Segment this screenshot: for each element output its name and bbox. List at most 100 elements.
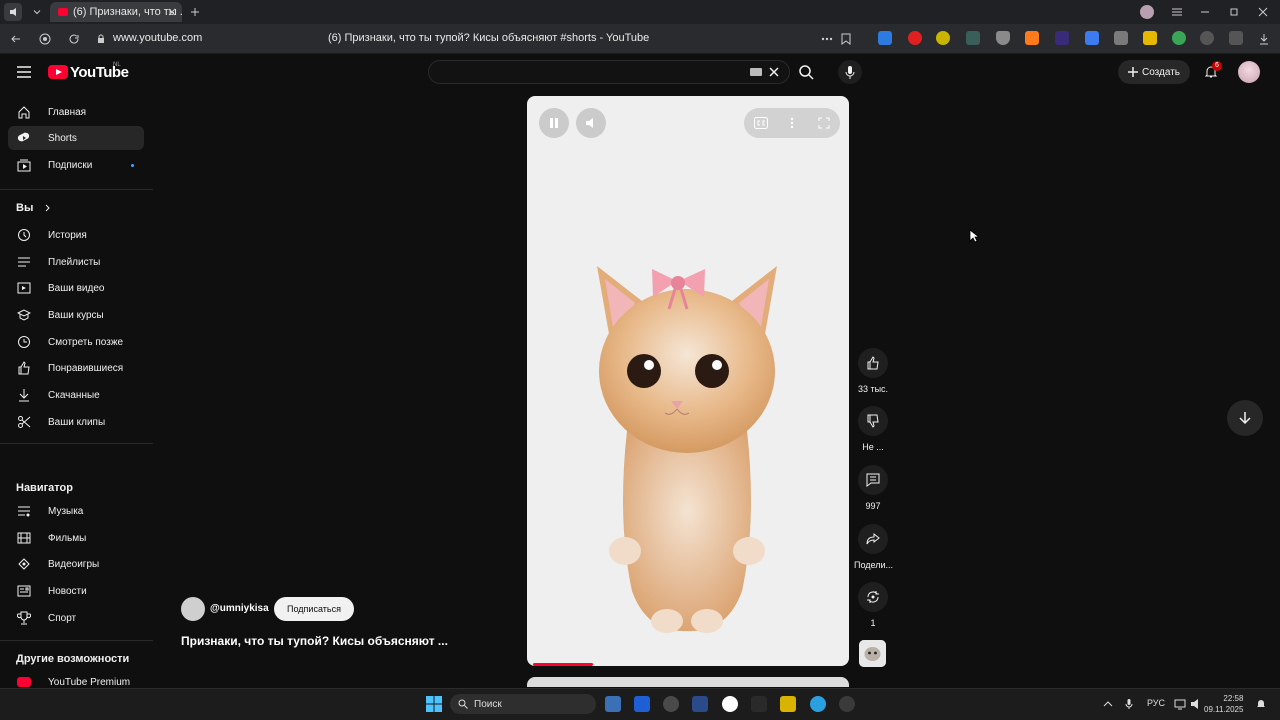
gaming-icon xyxy=(16,556,32,572)
extension-icon[interactable] xyxy=(1229,31,1243,45)
voice-search-button[interactable] xyxy=(838,60,862,84)
reload-icon[interactable] xyxy=(65,30,83,48)
sidebar-you-heading[interactable]: Вы xyxy=(16,202,51,214)
back-icon[interactable] xyxy=(7,30,25,48)
minimize-icon[interactable] xyxy=(1196,3,1214,21)
volume-button[interactable] xyxy=(576,108,606,138)
account-avatar[interactable] xyxy=(1238,61,1260,83)
sidebar-item-your-videos[interactable]: Ваши видео xyxy=(8,276,144,300)
menu-icon[interactable] xyxy=(1168,3,1186,21)
taskbar-app-icon[interactable] xyxy=(692,696,708,712)
extension-icon[interactable] xyxy=(878,31,892,45)
close-window-icon[interactable] xyxy=(1254,3,1272,21)
shield-extension-icon[interactable] xyxy=(996,31,1010,45)
next-short-button[interactable] xyxy=(1227,400,1263,436)
sidebar-item-news[interactable]: Новости xyxy=(8,579,144,603)
extension-icon[interactable] xyxy=(1055,31,1069,45)
comments-action[interactable]: 997 xyxy=(854,465,892,511)
system-clock[interactable]: 22:58 09.11.2025 xyxy=(1204,693,1243,715)
create-button[interactable]: Создать xyxy=(1118,60,1190,84)
new-tab-icon[interactable] xyxy=(186,3,204,21)
sidebar-item-clips[interactable]: Ваши клипы xyxy=(8,410,144,434)
profile-avatar[interactable] xyxy=(1140,5,1154,19)
short-video-player[interactable] xyxy=(527,96,849,666)
sidebar-item-movies[interactable]: Фильмы xyxy=(8,526,144,550)
extension-icon[interactable] xyxy=(908,31,922,45)
extension-icon[interactable] xyxy=(936,31,950,45)
extension-icon[interactable] xyxy=(966,31,980,45)
fullscreen-icon[interactable] xyxy=(815,114,833,132)
close-tab-icon[interactable] xyxy=(163,3,181,21)
remix-button[interactable] xyxy=(858,582,888,612)
sidebar-item-subscriptions[interactable]: Подписки xyxy=(8,153,144,177)
like-action[interactable]: 33 тыс. xyxy=(854,348,892,394)
sidebar-toggle-icon[interactable] xyxy=(4,3,22,21)
url-text[interactable]: www.youtube.com xyxy=(113,32,202,44)
network-icon[interactable] xyxy=(1174,698,1186,710)
sidebar-item-shorts[interactable]: Shorts xyxy=(8,126,144,150)
notification-center-icon[interactable] xyxy=(1256,698,1266,710)
speaker-icon[interactable] xyxy=(1190,698,1202,710)
pause-button[interactable] xyxy=(539,108,569,138)
sidebar-item-downloads[interactable]: Скачанные xyxy=(8,383,144,407)
captions-icon[interactable] xyxy=(752,114,770,132)
clock-date: 09.11.2025 xyxy=(1204,705,1244,714)
sidebar-item-gaming[interactable]: Видеоигры xyxy=(8,552,144,576)
windows-start-icon[interactable] xyxy=(426,696,442,712)
taskbar-app-icon[interactable] xyxy=(751,696,767,712)
sidebar-item-courses[interactable]: Ваши курсы xyxy=(8,303,144,327)
sidebar-item-sports[interactable]: Спорт xyxy=(8,606,144,630)
sidebar-item-liked[interactable]: Понравившиеся xyxy=(8,356,144,380)
taskbar-app-icon[interactable] xyxy=(634,696,650,712)
comments-button[interactable] xyxy=(858,465,888,495)
extension-icon[interactable] xyxy=(1025,31,1039,45)
extension-icon[interactable] xyxy=(1085,31,1099,45)
dislike-button[interactable] xyxy=(858,406,888,436)
share-button[interactable] xyxy=(858,524,888,554)
bookmark-icon[interactable] xyxy=(837,30,855,48)
playback-progress-bar[interactable] xyxy=(533,663,593,666)
extension-icon[interactable] xyxy=(1114,31,1128,45)
remix-action[interactable]: 1 xyxy=(854,582,892,628)
sound-thumbnail[interactable] xyxy=(859,640,886,667)
input-language[interactable]: РУС xyxy=(1147,698,1165,708)
extension-icon[interactable] xyxy=(1172,31,1186,45)
sidebar-item-home[interactable]: Главная xyxy=(8,100,144,124)
youtube-logo-icon[interactable] xyxy=(48,65,68,79)
dislike-action[interactable]: Не ... xyxy=(854,406,892,452)
short-title[interactable]: Признаки, что ты тупой? Кисы объясняют .… xyxy=(181,634,448,648)
maximize-icon[interactable] xyxy=(1225,3,1243,21)
channel-name[interactable]: @umniykisa xyxy=(210,603,269,614)
keyboard-icon[interactable] xyxy=(750,68,762,76)
tray-chevron-up-icon[interactable] xyxy=(1103,700,1113,708)
sidebar-item-playlists[interactable]: Плейлисты xyxy=(8,250,144,274)
telegram-icon[interactable] xyxy=(810,696,826,712)
like-button[interactable] xyxy=(858,348,888,378)
search-button[interactable] xyxy=(792,60,820,84)
yandex-browser-icon[interactable] xyxy=(722,696,738,712)
hamburger-menu-icon[interactable] xyxy=(15,63,33,81)
taskbar-app-icon[interactable] xyxy=(663,696,679,712)
microphone-tray-icon[interactable] xyxy=(1125,698,1133,710)
extension-icon[interactable] xyxy=(1200,31,1214,45)
share-action[interactable]: Подели... xyxy=(854,524,893,570)
clear-search-icon[interactable] xyxy=(765,63,783,81)
next-short-preview[interactable] xyxy=(527,677,849,687)
more-icon[interactable] xyxy=(818,30,836,48)
downloads-icon[interactable] xyxy=(1255,30,1273,48)
extension-icon[interactable] xyxy=(1143,31,1157,45)
search-input[interactable] xyxy=(428,60,790,84)
subscribe-button[interactable]: Подписаться xyxy=(274,597,354,621)
taskbar-app-icon[interactable] xyxy=(780,696,796,712)
sidebar-item-history[interactable]: История xyxy=(8,223,144,247)
taskbar-app-icon[interactable] xyxy=(839,696,855,712)
taskbar-search[interactable]: Поиск xyxy=(450,694,596,714)
tabs-dropdown-icon[interactable] xyxy=(28,3,46,21)
channel-avatar[interactable] xyxy=(181,597,205,621)
protect-icon[interactable] xyxy=(36,30,54,48)
sidebar-item-watch-later[interactable]: Смотреть позже xyxy=(8,330,144,354)
taskbar-app-icon[interactable] xyxy=(605,696,621,712)
volume-icon xyxy=(586,118,593,128)
more-options-icon[interactable] xyxy=(783,114,801,132)
sidebar-item-music[interactable]: Музыка xyxy=(8,499,144,523)
